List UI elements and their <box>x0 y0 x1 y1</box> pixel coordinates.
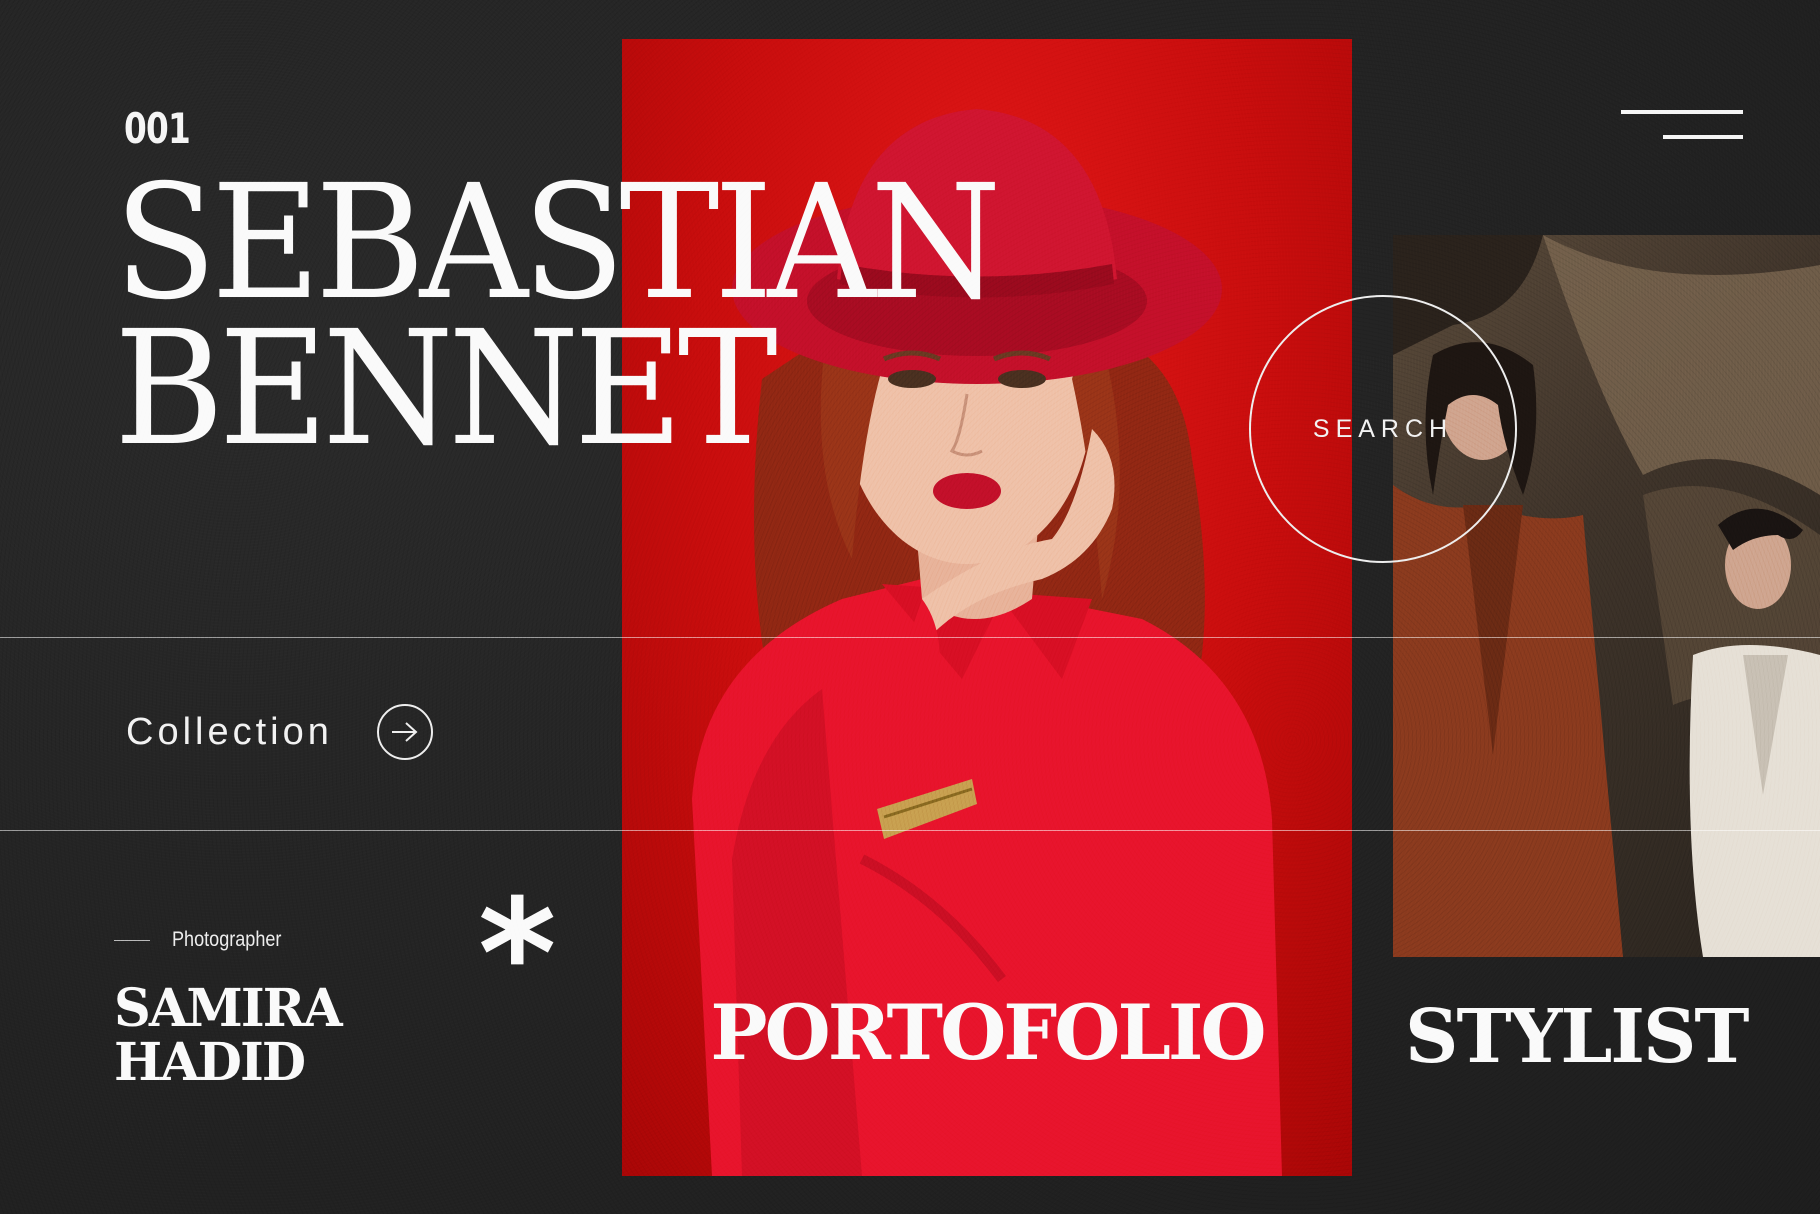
credit-name-line-2: HADID <box>114 1032 306 1093</box>
credit-dash <box>114 939 150 941</box>
arrow-right-glyph <box>391 722 418 742</box>
collection-link[interactable]: Collection <box>126 704 433 760</box>
hero-title: SEBASTIAN BENNET <box>114 151 1001 481</box>
search-button[interactable]: SEARCH <box>1249 295 1517 563</box>
credit-name: SAMIRA HADID <box>114 978 343 1093</box>
hamburger-menu-icon[interactable] <box>1621 108 1743 144</box>
hero-title-line-2: BENNET <box>114 297 778 481</box>
credit-role-label: Photographer <box>172 928 282 951</box>
credit-name-line-1: SAMIRA <box>114 978 343 1039</box>
divider-top <box>0 637 1820 638</box>
issue-number: 001 <box>124 104 191 153</box>
hero-title-line-1: SEBASTIAN <box>114 151 1001 335</box>
credit-role: Photographer <box>114 928 299 952</box>
search-label: SEARCH <box>1312 414 1454 443</box>
divider-bottom <box>0 830 1820 831</box>
menu-line-top <box>1621 110 1743 114</box>
portfolio-title[interactable]: PORTOFOLIO <box>622 988 1352 1077</box>
collection-label: Collection <box>126 710 333 753</box>
stylist-title[interactable]: STYLIST <box>1405 994 1749 1080</box>
arrow-right-circle-icon[interactable] <box>376 704 433 760</box>
menu-line-bottom <box>1663 135 1743 139</box>
asterisk-icon: * <box>478 868 557 1042</box>
portfolio-page: 001 SEBASTIAN BENNET SEARCH Collection P… <box>0 0 1820 1214</box>
